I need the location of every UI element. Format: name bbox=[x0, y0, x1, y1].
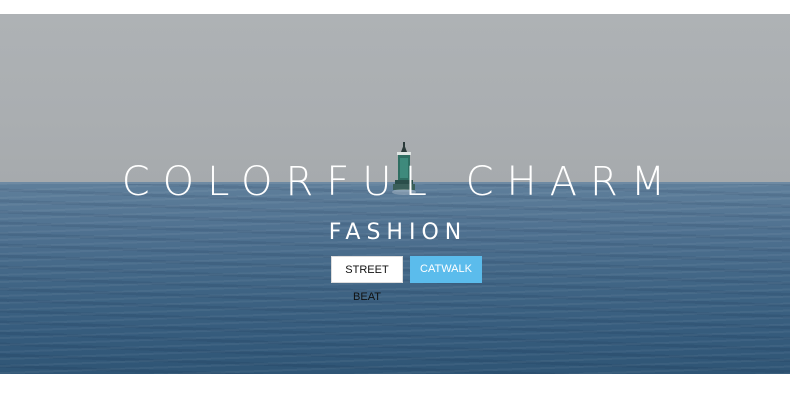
page: COLORFUL CHARM FASHION STREET BEAT CATWA… bbox=[0, 0, 790, 419]
hero-banner: COLORFUL CHARM FASHION bbox=[0, 14, 790, 374]
catwalk-button[interactable]: CATWALK bbox=[410, 256, 482, 283]
hero-subheadline: FASHION bbox=[328, 220, 468, 245]
page-background bbox=[0, 374, 790, 419]
street-beat-button[interactable]: STREET BEAT bbox=[331, 256, 403, 303]
hero-headline: COLORFUL CHARM bbox=[121, 159, 679, 205]
